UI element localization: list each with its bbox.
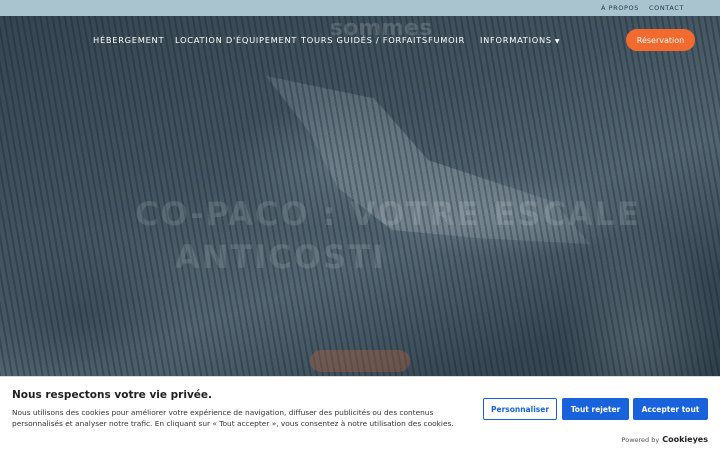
hero-subtitle-faded: ANTICOSTI xyxy=(175,238,386,276)
customize-button[interactable]: Personnaliser xyxy=(483,398,557,420)
powered-by[interactable]: Powered by Cookieyes xyxy=(622,435,708,444)
nav-item-informations[interactable]: INFORMATIONS ▼ xyxy=(480,35,560,45)
hero-cta-faded xyxy=(310,350,410,372)
powered-by-label: Powered by xyxy=(621,436,660,444)
about-link[interactable]: À PROPOS xyxy=(601,4,639,12)
cookie-title: Nous respectons votre vie privée. xyxy=(12,389,213,401)
nav-item-fumoir[interactable]: FUMOIR xyxy=(428,35,465,45)
reject-all-button[interactable]: Tout rejeter xyxy=(562,398,629,420)
cookieyes-logo: Cookieyes xyxy=(662,435,708,444)
reservation-button[interactable]: Réservation xyxy=(626,29,695,51)
main-nav: HÉBERGEMENT LOCATION D'ÉQUIPEMENT TOURS … xyxy=(0,24,720,56)
chevron-down-icon: ▼ xyxy=(554,38,561,45)
nav-item-informations-label: INFORMATIONS xyxy=(480,35,552,45)
cookie-banner: Nous respectons votre vie privée. Nous u… xyxy=(0,376,720,450)
nav-item-location[interactable]: LOCATION D'ÉQUIPEMENT xyxy=(175,35,297,45)
contact-link[interactable]: CONTACT xyxy=(649,4,684,12)
accept-all-button[interactable]: Accepter tout xyxy=(633,398,708,420)
nav-item-hebergement[interactable]: HÉBERGEMENT xyxy=(93,35,164,45)
nav-item-tours[interactable]: TOURS GUIDÉS / FORFAITS xyxy=(301,35,428,45)
cookie-text: Nous utilisons des cookies pour améliore… xyxy=(12,408,454,428)
top-utility-bar: À PROPOS CONTACT xyxy=(0,0,720,16)
hero-title-faded: CO-PACO : VOTRE ESCALE xyxy=(135,195,641,233)
